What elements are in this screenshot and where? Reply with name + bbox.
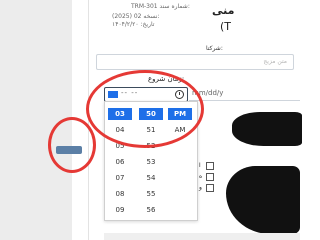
annotation-circle-time-input [86, 70, 204, 148]
doc-number-meta: TRM-301 شماره سند: [131, 3, 190, 10]
checkbox-3-label: و [199, 184, 202, 191]
minute-option[interactable]: 56 [139, 204, 163, 216]
version-meta: (2025) 02 نسخه: [112, 13, 160, 20]
bottom-strip [104, 233, 300, 240]
minute-option[interactable]: 54 [139, 172, 163, 184]
page-title-paren: (T [220, 20, 232, 33]
dark-shape-top [232, 112, 302, 146]
checkbox-2[interactable] [206, 173, 214, 181]
picker-row: 06 53 [105, 156, 197, 168]
hour-option[interactable]: 06 [108, 156, 132, 168]
checkbox-1[interactable] [206, 162, 214, 170]
picker-row: 09 56 [105, 204, 197, 216]
picker-row: 07 54 [105, 172, 197, 184]
date-input[interactable]: mm/dd/y [189, 87, 300, 101]
annotation-circle-badge [48, 117, 96, 173]
page-title-fragment: منی [212, 4, 235, 17]
company-label: شرکتا: [206, 45, 223, 52]
minute-option[interactable]: 53 [139, 156, 163, 168]
hour-option[interactable]: 08 [108, 188, 132, 200]
picker-row: 08 55 [105, 188, 197, 200]
checkbox-3[interactable] [206, 184, 214, 192]
hour-option[interactable]: 07 [108, 172, 132, 184]
checkbox-1-label: ا [199, 162, 201, 169]
checkbox-2-label: ه [199, 173, 203, 180]
hour-option[interactable]: 09 [108, 204, 132, 216]
minute-option[interactable]: 55 [139, 188, 163, 200]
company-input[interactable]: متن مزیج [96, 54, 294, 70]
date-meta: تاریخ: ۱۴۰۴/۲/۲۰ [112, 21, 155, 28]
company-placeholder: متن مزیج [263, 58, 287, 65]
